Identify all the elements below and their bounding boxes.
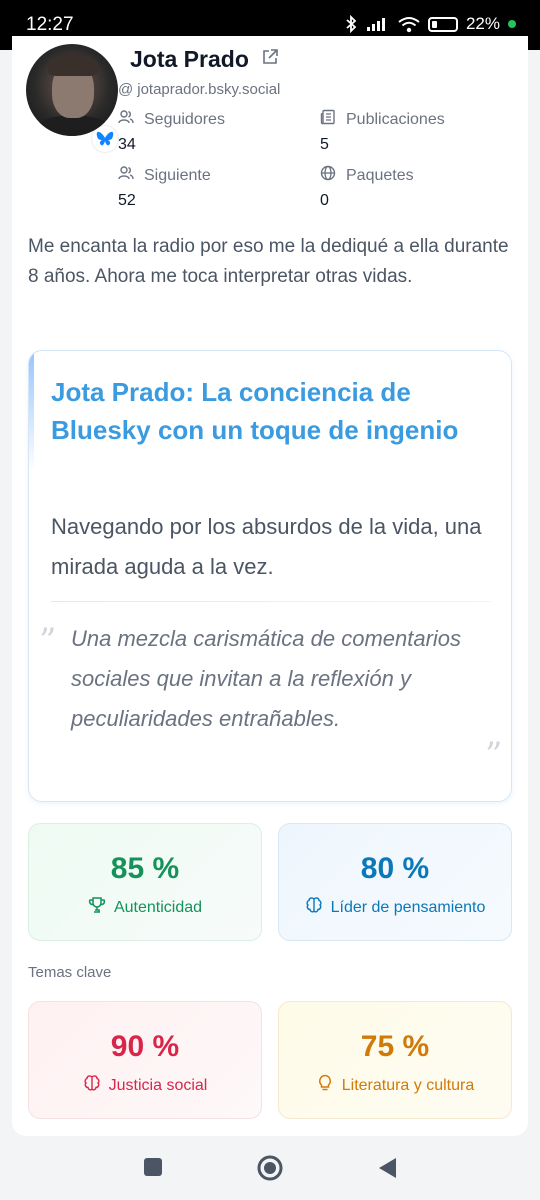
metric-label: Líder de pensamiento [330,898,486,916]
stat-following-value: 52 [118,192,136,209]
stat-followers-value: 34 [118,136,136,153]
profile-name-row: Jota Prado [130,46,279,73]
topic-literature-culture: 75 % Literatura y cultura [278,1001,512,1119]
metric-authenticity: 85 % Autenticidad [28,823,262,941]
stat-posts-value: 5 [320,136,329,153]
system-nav-bar [0,1138,540,1200]
topic-social-justice: 90 % Justicia social [28,1001,262,1119]
lightbulb-icon [316,1074,334,1097]
summary-accent-bar [29,351,34,471]
bluetooth-icon [344,15,358,33]
profile-bio: Me encanta la radio por eso me la dediqu… [28,236,509,287]
avatar[interactable] [26,44,118,136]
globe-icon [320,165,336,186]
topics-heading: Temas clave [28,964,112,981]
stat-following: Siguiente [118,165,211,186]
summary-card: Jota Prado: La conciencia de Bluesky con… [28,350,512,802]
signal-icon [366,16,390,32]
status-icons: 22% [344,14,516,34]
trophy-icon [88,896,106,919]
newspaper-icon [320,109,336,130]
brain-icon [305,896,323,919]
wifi-icon [398,16,420,33]
metric-value: 80 % [360,852,430,885]
metric-value: 85 % [110,852,180,885]
summary-title: Jota Prado: La conciencia de Bluesky con… [51,377,459,445]
profile-handle[interactable]: @ jotaprador.bsky.social [118,81,280,98]
topic-value: 90 % [110,1030,180,1063]
quote-open-icon: ” [39,621,57,661]
charging-dot [508,20,516,28]
stat-followers: Seguidores [118,109,225,130]
metric-label: Autenticidad [113,898,203,916]
topic-label: Justicia social [108,1076,208,1094]
summary-quote: Una mezcla carismática de comentarios so… [71,626,462,731]
users-icon [118,109,134,130]
brain-icon [83,1074,101,1097]
profile-name: Jota Prado [130,46,249,72]
battery-percent: 22% [465,14,500,33]
topic-label: Literatura y cultura [341,1076,475,1094]
users-icon [118,165,134,186]
home-button[interactable] [256,1154,284,1187]
battery-icon [427,16,458,32]
metric-thought-leader: 80 % Líder de pensamiento [278,823,512,941]
topic-value: 75 % [360,1030,430,1063]
stat-packages-value: 0 [320,192,329,209]
quote-close-icon: ” [485,735,503,775]
summary-subtitle: Navegando por los absurdos de la vida, u… [51,514,482,579]
external-link-icon[interactable] [261,48,279,71]
recents-button[interactable] [142,1156,164,1183]
stat-posts: Publicaciones [320,109,445,130]
stat-packages: Paquetes [320,165,414,186]
bluesky-butterfly-icon [92,126,118,152]
summary-divider [51,601,491,602]
profile-card: Jota Prado @ jotaprador.bsky.social Segu… [12,36,528,1136]
back-button[interactable] [376,1156,398,1185]
status-time: 12:27 [26,14,74,35]
